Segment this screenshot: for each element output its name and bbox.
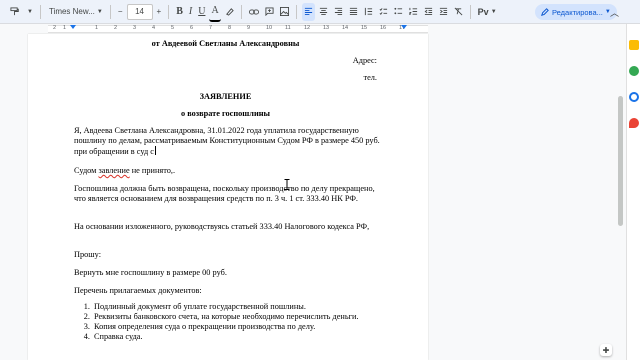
editing-mode-label: Редактирова... <box>552 7 603 17</box>
ruler-number: 6 <box>190 25 194 31</box>
toolbar-divider <box>168 4 170 19</box>
input-tools-button[interactable]: Pv ▼ <box>476 3 499 21</box>
side-panel <box>626 24 640 360</box>
attachments-list: Подлинный документ об уплате государстве… <box>74 302 384 342</box>
ruler-number: 4 <box>152 25 156 31</box>
ruler-number: 16 <box>380 25 387 31</box>
italic-button[interactable]: I <box>187 3 194 21</box>
paragraph-payment: Я, Авдеева Светлана Александровна, 31.01… <box>74 126 384 157</box>
toolbar-divider <box>109 4 111 19</box>
paragraph-not-accepted: Судом завление не принято,. <box>74 166 384 176</box>
address-line: Адрес: <box>352 56 377 65</box>
ruler-number: 15 <box>361 25 368 31</box>
paragraph-start: Судом <box>74 166 99 175</box>
ruler-number: 1 <box>95 25 99 31</box>
maps-icon[interactable] <box>629 118 639 128</box>
ruler-number: 8 <box>228 25 232 31</box>
keep-icon[interactable] <box>629 40 639 50</box>
tasks-icon[interactable] <box>629 66 639 76</box>
ruler-number: 11 <box>285 25 291 31</box>
paragraph-end: не принято,. <box>129 166 176 175</box>
list-item: Подлинный документ об уплате государстве… <box>92 302 384 312</box>
list-item: Справка суда. <box>92 332 384 342</box>
hide-menus-chevron-icon[interactable]: ︿ <box>610 6 619 19</box>
ruler-number: 1 <box>63 25 67 31</box>
phone-line: тел. <box>363 73 377 82</box>
document-title: ЗАЯВЛЕНИЕ <box>199 92 252 101</box>
list-item: Реквизиты банковского счета, на которые … <box>92 312 384 322</box>
numbered-list-icon[interactable] <box>407 3 420 21</box>
font-size-input[interactable]: 14 <box>126 3 153 20</box>
zoom-dropdown[interactable]: ▼ <box>23 3 35 21</box>
paint-format-icon[interactable] <box>8 3 21 21</box>
ruler-number: 3 <box>133 25 137 31</box>
paragraph-basis: На основании изложенного, руководствуясь… <box>74 222 370 231</box>
right-indent-marker[interactable] <box>401 25 407 29</box>
chevron-down-icon: ▼ <box>96 8 103 15</box>
paragraph-payment-text: Я, Авдеева Светлана Александровна, 31.01… <box>74 126 380 156</box>
vertical-scrollbar[interactable] <box>618 36 623 356</box>
ruler-number: 13 <box>323 25 330 31</box>
bold-button[interactable]: B <box>174 3 185 21</box>
from-line: от Авдеевой Светланы Александровны <box>151 39 300 48</box>
input-tools-icon: Pv <box>477 6 489 17</box>
bulleted-list-icon[interactable] <box>392 3 405 21</box>
list-item: Копия определения суда о прекращении про… <box>92 322 384 332</box>
toolbar-divider <box>295 4 297 19</box>
toolbar-divider <box>240 4 242 19</box>
scrollbar-thumb[interactable] <box>618 96 623 226</box>
underline-button[interactable]: U <box>196 3 207 21</box>
align-justify-button[interactable] <box>347 3 360 21</box>
contacts-icon[interactable] <box>629 92 639 102</box>
line-spacing-icon[interactable] <box>362 3 375 21</box>
align-left-button[interactable] <box>301 2 315 21</box>
explore-icon: ✚ <box>602 345 610 355</box>
image-icon[interactable] <box>278 3 291 21</box>
ruler[interactable]: 2 1 1 2 3 4 5 6 7 8 9 10 11 12 13 14 15 … <box>0 24 640 34</box>
increase-font-size-button[interactable]: + <box>155 3 164 21</box>
ruler-number: 7 <box>209 25 213 31</box>
pencil-icon <box>541 8 549 16</box>
ruler-band <box>48 25 428 33</box>
ruler-number: 2 <box>53 25 57 31</box>
paragraph-grounds: Госпошлина должна быть возвращена, поско… <box>74 184 375 203</box>
ruler-number: 5 <box>171 25 175 31</box>
ruler-number: 2 <box>114 25 118 31</box>
editing-mode-dropdown[interactable]: Редактирова... ▼ <box>535 4 617 20</box>
chevron-down-icon: ▼ <box>27 8 33 15</box>
attachments-list-container: Подлинный документ об уплате государстве… <box>74 302 384 342</box>
document-page[interactable]: от Авдеевой Светланы Александровны Адрес… <box>28 34 428 360</box>
align-center-button[interactable] <box>317 3 330 21</box>
paragraph-request: Прошу: <box>74 250 102 259</box>
paragraph-refund: Вернуть мне госпошлину в размере 00 руб. <box>74 268 227 277</box>
explore-button[interactable]: ✚ <box>600 344 612 356</box>
link-icon[interactable] <box>247 3 261 21</box>
chevron-down-icon: ▼ <box>490 8 497 15</box>
comment-icon[interactable] <box>263 3 276 21</box>
mouse-ibeam-cursor-icon <box>284 179 290 190</box>
font-family-select[interactable]: Times New... ▼ <box>46 3 105 21</box>
font-family-label: Times New... <box>48 7 95 16</box>
align-right-button[interactable] <box>332 3 345 21</box>
toolbar-divider <box>39 4 41 19</box>
document-subtitle: о возврате госпошлины <box>180 109 270 118</box>
ruler-number: 14 <box>342 25 349 31</box>
text-color-button[interactable]: A <box>209 2 221 22</box>
clear-formatting-icon[interactable] <box>452 3 465 21</box>
decrease-font-size-button[interactable]: − <box>116 3 125 21</box>
checklist-icon[interactable] <box>377 3 390 21</box>
indent-decrease-icon[interactable] <box>422 3 435 21</box>
ruler-number: 12 <box>304 25 311 31</box>
misspelled-word[interactable]: завление <box>99 166 130 175</box>
ruler-number: 9 <box>247 25 251 31</box>
ruler-number: 10 <box>266 25 273 31</box>
text-cursor <box>154 146 156 155</box>
toolbar-divider <box>469 4 471 19</box>
indent-increase-icon[interactable] <box>437 3 450 21</box>
left-indent-marker[interactable] <box>70 25 76 29</box>
highlight-pen-icon[interactable] <box>223 3 236 21</box>
attachments-heading: Перечень прилагаемых документов: <box>74 286 202 295</box>
